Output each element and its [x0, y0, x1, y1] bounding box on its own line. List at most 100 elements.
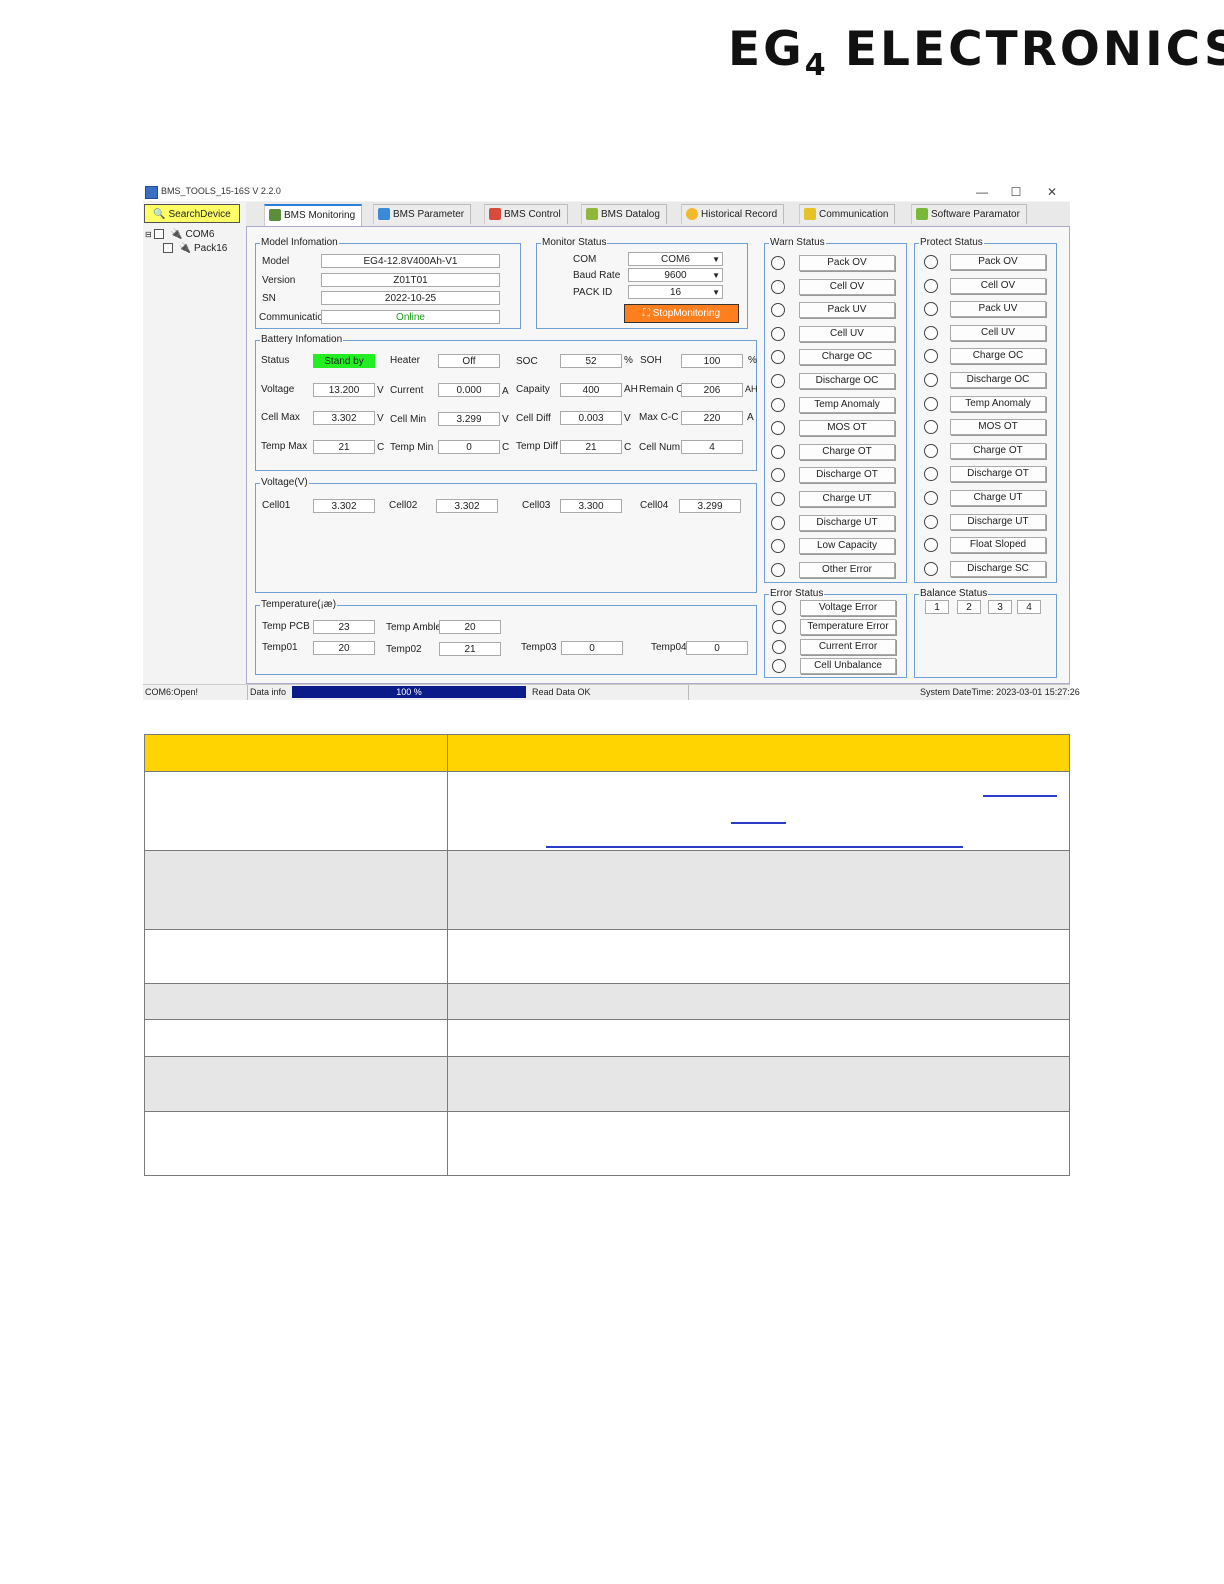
status-indicator-icon	[771, 397, 785, 412]
close-button[interactable]: ✕	[1037, 184, 1067, 200]
pack-checkbox[interactable]	[163, 243, 173, 254]
sn-field: 2022-10-25	[321, 291, 500, 305]
protect-item: Cell UV	[950, 324, 1046, 341]
temp-min-field: 0	[438, 440, 500, 454]
balance-cell-1: 1	[925, 600, 949, 614]
cell03-voltage: 3.300	[560, 499, 622, 513]
remain-capacity-field: 206	[681, 383, 743, 397]
chevron-down-icon: ▼	[712, 271, 720, 280]
cell02-voltage: 3.302	[436, 499, 498, 513]
tab-bms-parameter[interactable]: BMS Parameter	[373, 204, 472, 224]
app-icon	[145, 186, 158, 199]
pack-id-select[interactable]: 16 ▼	[628, 285, 723, 299]
bms-tools-window: BMS_TOOLS_15-16S V 2.2.0 — ☐ ✕ 🔍 SearchD…	[143, 183, 1080, 700]
status-indicator-icon	[771, 468, 785, 483]
table-row	[144, 771, 1071, 851]
temp01-field: 20	[313, 641, 375, 655]
device-tree: ⊟ 🔌 COM6 🔌 Pack16	[143, 224, 245, 684]
read-status: Read Data OK	[532, 687, 591, 697]
status-indicator-icon	[771, 326, 785, 341]
warn-status-group: Warn Status Pack OV Cell OV Pack UV Cell UV…	[764, 237, 907, 583]
status-indicator-icon	[771, 421, 785, 436]
voltage-group: Voltage(V) Cell01 3.302 Cell02 3.302 Cel…	[255, 477, 757, 593]
link-underline[interactable]	[731, 822, 786, 824]
link-underline[interactable]	[983, 795, 1057, 797]
status-indicator-icon	[772, 601, 786, 615]
status-indicator-icon	[924, 420, 938, 435]
data-info-label: Data info	[250, 687, 287, 697]
model-field: EG4-12.8V400Ah-V1	[321, 254, 500, 268]
tab-communication[interactable]: Communication	[799, 204, 896, 224]
status-indicator-icon	[924, 255, 938, 269]
cell04-voltage: 3.299	[679, 499, 741, 513]
warn-item: Low Capacity	[799, 538, 895, 555]
tree-node-pack[interactable]: 🔌 Pack16	[163, 243, 227, 254]
warn-item: Discharge UT	[799, 514, 895, 531]
search-icon: 🔍	[153, 209, 166, 220]
monitor-status-group: Monitor Status COM COM6 ▼ Baud Rate 9600 ▼…	[536, 237, 748, 329]
stop-monitoring-button[interactable]: ⛶ StopMonitoring	[624, 304, 739, 323]
tab-bms-monitoring[interactable]: BMS Monitoring	[264, 204, 363, 227]
status-badge: Stand by	[313, 354, 375, 368]
home-icon	[489, 208, 501, 221]
status-indicator-icon	[924, 467, 938, 482]
warn-item: MOS OT	[799, 420, 895, 437]
warn-item: Other Error	[799, 561, 895, 578]
status-indicator-icon	[771, 539, 785, 554]
collapse-icon[interactable]: ⊟	[145, 230, 152, 239]
capacity-field: 400	[560, 383, 622, 397]
temp-max-field: 21	[313, 440, 375, 454]
progress-bar: 100 %	[292, 686, 526, 698]
maximize-button[interactable]: ☐	[1001, 184, 1031, 200]
table-header-row	[144, 734, 1071, 772]
balance-cell-4: 4	[1017, 600, 1041, 614]
status-indicator-icon	[924, 443, 938, 458]
cell-min-field: 3.299	[438, 412, 500, 426]
tab-bms-control[interactable]: BMS Control	[484, 204, 568, 224]
error-item: Cell Unbalance	[800, 657, 896, 674]
status-indicator-icon	[924, 349, 938, 364]
table-row	[144, 1019, 1071, 1057]
status-indicator-icon	[924, 514, 938, 529]
balance-status-group: Balance Status 1 2 3 4	[914, 588, 1057, 678]
cell-num-field: 4	[681, 440, 743, 454]
tab-software-parameter[interactable]: Software Paramator	[911, 204, 1027, 224]
plug-icon: 🔌	[178, 243, 192, 254]
software-icon	[916, 208, 928, 221]
parameter-icon	[378, 208, 390, 221]
tab-bms-datalog[interactable]: BMS Datalog	[581, 204, 667, 224]
warn-item: Cell OV	[799, 278, 895, 295]
temp02-field: 21	[439, 642, 501, 656]
tab-historical-record[interactable]: Historical Record	[681, 204, 785, 224]
com-checkbox[interactable]	[154, 229, 165, 240]
stop-icon: ⛶	[642, 308, 650, 319]
current-field: 0.000	[438, 383, 500, 397]
tree-node-com[interactable]: ⊟ 🔌 COM6	[145, 229, 214, 240]
protect-item: Discharge UT	[950, 513, 1046, 530]
link-underline[interactable]	[546, 846, 963, 848]
baud-rate-select[interactable]: 9600 ▼	[628, 268, 723, 282]
balance-cell-3: 3	[988, 600, 1012, 614]
communication-field: Online	[321, 310, 500, 324]
protect-item: Discharge SC	[950, 560, 1046, 577]
search-device-button[interactable]: 🔍 SearchDevice	[144, 204, 240, 223]
temp04-field: 0	[686, 641, 748, 655]
protect-item: Float Sloped	[950, 537, 1046, 554]
cell01-voltage: 3.302	[313, 499, 375, 513]
title-bar: BMS_TOOLS_15-16S V 2.2.0 — ☐ ✕	[143, 183, 1070, 201]
error-item: Voltage Error	[800, 600, 896, 616]
history-icon	[686, 208, 698, 221]
protect-item: Discharge OT	[950, 466, 1046, 483]
warn-item: Charge OC	[799, 349, 895, 366]
table-row	[144, 1111, 1071, 1176]
error-item: Current Error	[800, 638, 896, 655]
minimize-button[interactable]: —	[967, 184, 997, 200]
monitoring-panel: Model Infomation Model EG4-12.8V400Ah-V1…	[246, 226, 1070, 684]
warn-item: Discharge OC	[799, 373, 895, 389]
com-select[interactable]: COM6 ▼	[628, 252, 723, 266]
protect-item: Cell OV	[950, 277, 1046, 294]
model-info-group: Model Infomation Model EG4-12.8V400Ah-V1…	[255, 237, 521, 329]
table-row	[144, 983, 1071, 1020]
error-item: Temperature Error	[800, 619, 896, 636]
status-indicator-icon	[924, 396, 938, 411]
